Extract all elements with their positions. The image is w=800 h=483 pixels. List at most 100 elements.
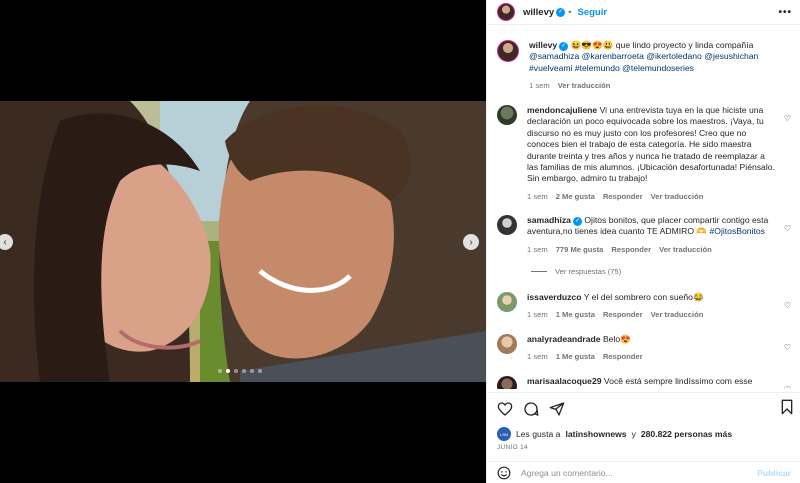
reply-button[interactable]: Responder <box>603 309 643 320</box>
post-actions: LSN Les gusta a latinshownews y 280.822 … <box>487 392 800 451</box>
caption-translate[interactable]: Ver traducción <box>558 80 611 91</box>
photo-illustration <box>0 101 486 382</box>
carousel-dot <box>218 369 222 373</box>
commenter-avatar[interactable] <box>497 105 517 125</box>
action-icons <box>497 399 791 419</box>
comment-body: analyradeandrade Belo😍 1 sem 1 Me gusta … <box>527 334 777 363</box>
caption-avatar[interactable] <box>497 40 519 62</box>
commenter-avatar[interactable] <box>497 376 517 389</box>
comment-hashtag[interactable]: #OjitosBonitos <box>710 226 765 236</box>
post-photo[interactable] <box>0 101 486 382</box>
comment-meta: 1 sem 779 Me gusta Responder Ver traducc… <box>527 244 777 255</box>
carousel-dot <box>242 369 246 373</box>
comment-meta: 1 sem 1 Me gusta Responder Ver traducció… <box>527 309 777 320</box>
comment-item: samadhiza ✓ Ojitos bonitos, que placer co… <box>497 215 793 255</box>
translate-button[interactable]: Ver traducción <box>651 309 704 320</box>
like-comment-heart-icon[interactable]: ♡ <box>784 114 791 123</box>
comment-meta: 1 sem 2 Me gusta Responder Ver traducció… <box>527 191 777 202</box>
comment-item: analyradeandrade Belo😍 1 sem 1 Me gusta … <box>497 334 793 363</box>
instagram-post: ‹ › willevy ✓ • Seguir ••• willevy ✓ 😆😎😍… <box>0 0 800 483</box>
comment-text: Y el del sombrero con sueño😂 <box>583 292 704 302</box>
carousel-indicator <box>218 369 262 373</box>
comment-likes[interactable]: 1 Me gusta <box>556 309 595 320</box>
carousel-dot-active <box>226 369 230 373</box>
separator-dot: • <box>568 6 572 18</box>
commenter-username[interactable]: issaverduzco <box>527 292 581 302</box>
caption-tags[interactable]: @samadhiza @karenbarroeta @ikertoledano … <box>529 51 758 72</box>
comment-input[interactable] <box>521 467 758 478</box>
comment-text: Belo😍 <box>602 334 631 344</box>
comment-likes[interactable]: 2 Me gusta <box>556 191 595 202</box>
carousel-dot <box>234 369 238 373</box>
comment-body: samadhiza ✓ Ojitos bonitos, que placer co… <box>527 215 777 255</box>
comment-item: issaverduzco Y el del sombrero con sueño… <box>497 292 793 321</box>
comment-item: mendoncajuliene Vi una entrevista tuya e… <box>497 105 793 202</box>
media-panel: ‹ › <box>0 0 486 483</box>
commenter-username[interactable]: samadhiza <box>527 215 571 225</box>
author-username[interactable]: willevy <box>523 7 554 18</box>
share-send-icon[interactable] <box>549 401 565 417</box>
comment-body: marisaalacoque29 Você está sempre lindís… <box>527 376 777 389</box>
comment-time: 1 sem <box>527 244 548 254</box>
caption-time: 1 sem <box>529 81 550 91</box>
verified-badge-icon: ✓ <box>556 7 566 17</box>
author-avatar[interactable] <box>497 3 515 21</box>
likes-middle: y <box>631 429 636 439</box>
next-slide-button[interactable]: › <box>463 234 479 250</box>
caption-username[interactable]: willevy <box>529 40 557 50</box>
follow-button[interactable]: Seguir <box>578 7 608 18</box>
replies-line <box>531 271 547 272</box>
commenter-username[interactable]: mendoncajuliene <box>527 105 597 115</box>
likes-summary: LSN Les gusta a latinshownews y 280.822 … <box>497 427 791 441</box>
commenter-username[interactable]: marisaalacoque29 <box>527 376 602 386</box>
save-bookmark-icon[interactable] <box>779 399 795 415</box>
more-options-icon[interactable]: ••• <box>778 7 792 18</box>
comment-item: marisaalacoque29 Você está sempre lindís… <box>497 376 793 389</box>
carousel-dot <box>250 369 254 373</box>
comment-likes[interactable]: 1 Me gusta <box>556 351 595 362</box>
comment-likes[interactable]: 779 Me gusta <box>556 244 604 255</box>
comment-meta: 1 sem 1 Me gusta Responder <box>527 351 777 362</box>
like-comment-heart-icon[interactable]: ♡ <box>784 224 791 233</box>
comment-time: 1 sem <box>527 191 548 201</box>
comment-body: issaverduzco Y el del sombrero con sueño… <box>527 292 777 321</box>
carousel-dot <box>258 369 262 373</box>
commenter-avatar[interactable] <box>497 334 517 354</box>
publish-button[interactable]: Publicar <box>757 468 791 478</box>
caption: willevy ✓ 😆😎😍😃 que lindo proyecto y linda… <box>497 40 793 92</box>
like-comment-heart-icon[interactable]: ♡ <box>784 301 791 310</box>
likes-prefix: Les gusta a <box>516 429 561 439</box>
translate-button[interactable]: Ver traducción <box>651 191 704 202</box>
like-heart-icon[interactable] <box>497 401 513 417</box>
translate-button[interactable]: Ver traducción <box>659 244 712 255</box>
commenter-username[interactable]: analyradeandrade <box>527 334 601 344</box>
reply-button[interactable]: Responder <box>611 244 651 255</box>
like-comment-heart-icon[interactable]: ♡ <box>784 343 791 352</box>
reply-button[interactable]: Responder <box>603 351 643 362</box>
caption-meta: 1 sem Ver traducción <box>529 80 779 91</box>
like-comment-heart-icon[interactable]: ♡ <box>784 385 791 389</box>
caption-body: willevy ✓ 😆😎😍😃 que lindo proyecto y linda… <box>529 40 779 92</box>
likes-count[interactable]: 280.822 personas más <box>641 429 732 439</box>
commenter-avatar[interactable] <box>497 292 517 312</box>
comment-body: mendoncajuliene Vi una entrevista tuya e… <box>527 105 777 202</box>
comment-icon[interactable] <box>523 401 539 417</box>
reply-button[interactable]: Responder <box>603 191 643 202</box>
comments-list[interactable]: willevy ✓ 😆😎😍😃 que lindo proyecto y linda… <box>487 34 800 389</box>
post-date: JUNIO 14 <box>497 444 528 451</box>
verified-badge-icon: ✓ <box>559 42 569 51</box>
caption-emoji: 😆😎😍😃 <box>570 40 614 50</box>
liker-avatar[interactable]: LSN <box>497 427 511 441</box>
liker-username[interactable]: latinshownews <box>565 429 626 439</box>
view-replies-label[interactable]: Ver respuestas (75) <box>555 267 621 276</box>
comment-text: Vi una entrevista tuya en la que hiciste… <box>527 105 775 184</box>
post-header: willevy ✓ • Seguir ••• <box>487 0 800 25</box>
comment-time: 1 sem <box>527 310 548 320</box>
verified-badge-icon: ✓ <box>572 217 582 226</box>
post-sidebar: willevy ✓ • Seguir ••• willevy ✓ 😆😎😍😃 que… <box>486 0 800 483</box>
view-replies[interactable]: Ver respuestas (75) <box>531 267 621 276</box>
comment-time: 1 sem <box>527 352 548 362</box>
emoji-icon[interactable] <box>497 466 511 480</box>
commenter-avatar[interactable] <box>497 215 517 235</box>
add-comment-bar: Publicar <box>487 461 800 483</box>
